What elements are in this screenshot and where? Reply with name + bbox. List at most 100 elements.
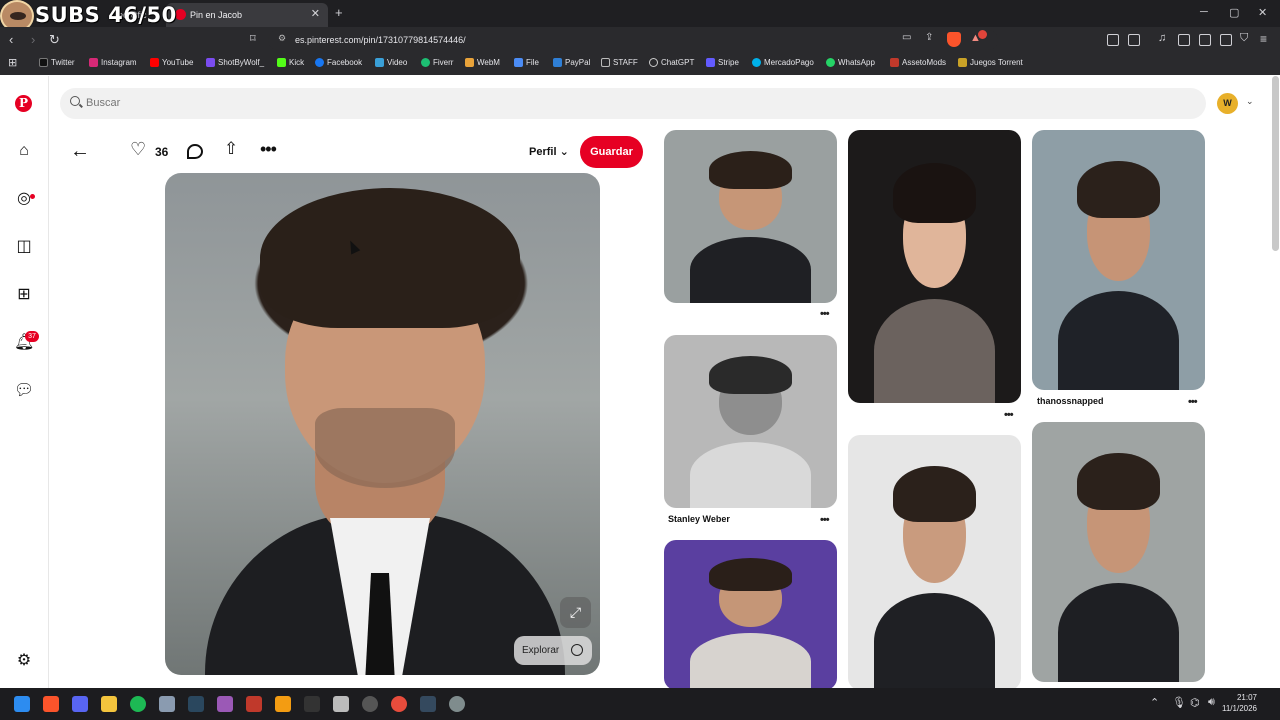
related-pin[interactable] [1032, 422, 1205, 682]
create-icon[interactable]: ⊞ [14, 285, 34, 305]
extensions-icon[interactable] [1107, 34, 1119, 46]
page-scrollbar[interactable] [1272, 76, 1279, 251]
wallet-icon[interactable] [1199, 34, 1211, 46]
microphone-icon[interactable]: 🎙︎ [1172, 696, 1186, 709]
chatgpt-taskbar-icon[interactable] [362, 696, 378, 712]
related-pin[interactable] [664, 130, 837, 303]
related-pin[interactable] [664, 335, 837, 508]
bookmark-staff[interactable]: STAFF [601, 58, 638, 67]
bookmark-kick[interactable]: Kick [277, 58, 304, 67]
screenshot-icon[interactable] [1128, 34, 1140, 46]
app-icon[interactable] [420, 696, 436, 712]
discord-taskbar-icon[interactable] [72, 696, 88, 712]
menu-icon[interactable]: ≡ [1260, 32, 1267, 46]
app-icon[interactable] [246, 696, 262, 712]
pinterest-logo-icon[interactable]: P [15, 95, 32, 112]
heart-icon[interactable]: ♡ [130, 139, 146, 160]
bookmark-assetomods[interactable]: AssetoMods [890, 58, 946, 67]
app-icon[interactable] [217, 696, 233, 712]
url-field[interactable]: ⚙ es.pinterest.com/pin/17310779814574446… [268, 30, 998, 50]
messages-icon[interactable]: 💬︎ [14, 381, 34, 401]
bookmark-paypal[interactable]: PayPal [553, 58, 590, 67]
windows-start-icon[interactable] [14, 696, 30, 712]
bookmark-mercadopago[interactable]: MercadoPago [752, 58, 814, 67]
explore-icon[interactable]: ◎ [14, 189, 34, 209]
explore-button[interactable]: Explorar [514, 636, 592, 665]
bookmark-video[interactable]: Video [375, 58, 407, 67]
maximize-button[interactable]: ▢ [1229, 6, 1239, 19]
file-explorer-icon[interactable] [101, 696, 117, 712]
bookmark-file[interactable]: File [514, 58, 539, 67]
bookmark-whatsapp[interactable]: WhatsApp [826, 58, 875, 67]
url-text[interactable]: es.pinterest.com/pin/17310779814574446/ [295, 35, 466, 45]
brave-shields-icon[interactable] [947, 32, 961, 47]
close-window-button[interactable]: ✕ [1258, 6, 1267, 19]
comment-icon[interactable] [187, 144, 203, 159]
reload-icon[interactable]: ↻ [49, 32, 60, 48]
share-page-icon[interactable]: ⇪ [925, 32, 933, 43]
image-content [1057, 583, 1180, 682]
app-icon[interactable] [304, 696, 320, 712]
related-pin[interactable] [848, 435, 1021, 690]
bookmark-juegos-torrent[interactable]: Juegos Torrent [958, 58, 1023, 67]
app-icon[interactable] [275, 696, 291, 712]
bookmark-webm[interactable]: WebM [465, 58, 500, 67]
apps-grid-icon[interactable]: ⊞ [8, 56, 17, 69]
brave-taskbar-icon[interactable] [43, 696, 59, 712]
bookmark-fiverr[interactable]: Fiverr [421, 58, 453, 67]
boards-icon[interactable]: ◫ [14, 237, 34, 257]
bookmark-stripe[interactable]: Stripe [706, 58, 739, 67]
new-tab-button[interactable]: + [335, 5, 343, 20]
more-options-icon[interactable]: ••• [260, 139, 277, 160]
tray-expand-icon[interactable]: ⌃ [1150, 696, 1159, 709]
share-icon[interactable]: ⇧ [224, 139, 238, 159]
related-pin[interactable] [664, 540, 837, 690]
cast-icon[interactable]: ▭ [902, 32, 911, 43]
bookmark-youtube[interactable]: YouTube [150, 58, 193, 67]
save-button[interactable]: Guardar [580, 136, 643, 168]
search-input[interactable]: Buscar [60, 88, 1206, 119]
app-icon[interactable] [159, 696, 175, 712]
app-icon[interactable] [391, 696, 407, 712]
leo-icon[interactable] [1220, 34, 1232, 46]
pin-caption[interactable]: thanossnapped [1037, 396, 1104, 406]
pin-caption[interactable]: Stanley Weber [668, 514, 730, 524]
pin-options-icon[interactable]: ••• [1004, 409, 1014, 421]
app-icon[interactable] [449, 696, 465, 712]
back-arrow-icon[interactable]: ← [70, 140, 90, 163]
bookmark-chatgpt[interactable]: ChatGPT [649, 58, 694, 67]
bookmark-instagram[interactable]: Instagram [89, 58, 137, 67]
volume-icon[interactable]: 🔊︎ [1208, 696, 1215, 709]
spotify-icon[interactable] [130, 696, 146, 712]
sidebar-icon[interactable] [1178, 34, 1190, 46]
related-pin[interactable] [1032, 130, 1205, 390]
network-icon[interactable]: ⌬ [1190, 696, 1200, 709]
pin-options-icon[interactable]: ••• [1188, 396, 1198, 408]
close-tab-icon[interactable]: ✕ [311, 7, 320, 20]
bookmark-icon[interactable]: ⌑ [250, 32, 256, 45]
user-avatar[interactable]: W [1217, 93, 1238, 114]
profile-dropdown[interactable]: Perfil ⌄ [529, 145, 569, 158]
bookmark-facebook[interactable]: Facebook [315, 58, 362, 67]
media-icon[interactable]: ♫ [1158, 32, 1166, 44]
minimize-button[interactable]: ─ [1200, 6, 1208, 18]
home-icon[interactable]: ⌂ [14, 141, 34, 161]
app-icon[interactable] [333, 696, 349, 712]
expand-image-button[interactable]: ⤢ [560, 597, 591, 628]
back-icon[interactable]: ‹ [9, 32, 13, 47]
taskbar-clock[interactable]: 21:07 11/1/2026 [1222, 692, 1257, 714]
site-info-icon[interactable]: ⚙ [278, 33, 286, 44]
bookmark-twitter[interactable]: Twitter [39, 58, 75, 67]
youtube-icon [150, 58, 159, 67]
bookmark-shotbywolf[interactable]: ShotByWolf_ [206, 58, 264, 67]
settings-gear-icon[interactable]: ⚙ [14, 651, 34, 671]
pin-main-image[interactable] [165, 173, 600, 675]
pin-options-icon[interactable]: ••• [820, 514, 830, 526]
tab-active[interactable]: Pin en Jacob ✕ [166, 3, 328, 27]
steam-icon[interactable] [188, 696, 204, 712]
related-pin[interactable] [848, 130, 1021, 403]
chevron-down-icon[interactable]: ⌄ [1246, 96, 1254, 107]
vpn-icon[interactable]: ⛉ [1240, 32, 1248, 45]
pin-options-icon[interactable]: ••• [820, 308, 830, 320]
forward-icon[interactable]: › [31, 32, 35, 47]
